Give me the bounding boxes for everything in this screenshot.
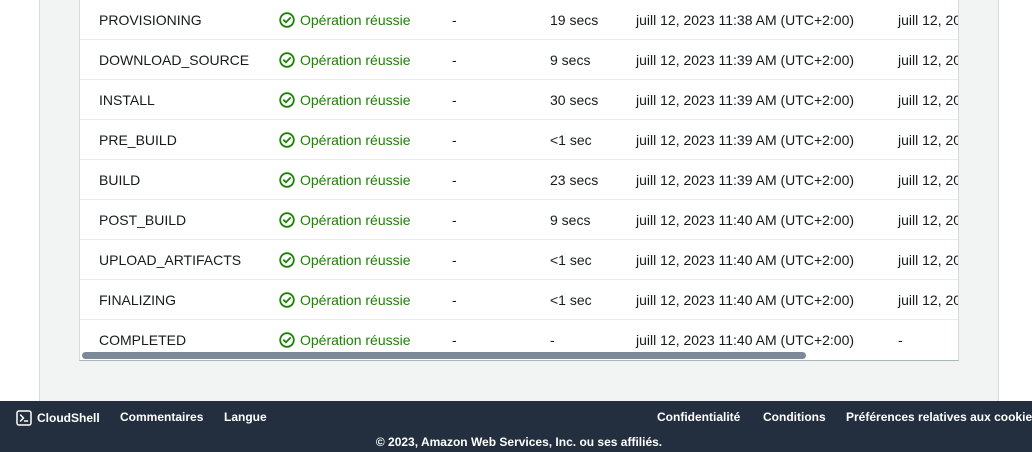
- status-text: Opération réussie: [300, 52, 411, 68]
- cloudshell-button[interactable]: CloudShell: [16, 410, 100, 426]
- language-link[interactable]: Langue: [224, 410, 267, 424]
- status-text: Opération réussie: [300, 292, 411, 308]
- build-phases-table: PROVISIONING Opération réussie - 19 secs…: [79, 0, 959, 361]
- context-cell: -: [452, 52, 457, 68]
- status-cell: Opération réussie: [279, 40, 411, 80]
- start-time-cell: juill 12, 2023 11:39 AM (UTC+2:00): [636, 132, 855, 148]
- phase-name: INSTALL: [99, 92, 155, 108]
- status-cell: Opération réussie: [279, 240, 411, 280]
- end-time-cell: juill 12, 20: [898, 172, 959, 188]
- table-row: PROVISIONING Opération réussie - 19 secs…: [80, 0, 959, 40]
- status-cell: Opération réussie: [279, 200, 411, 240]
- start-time-cell: juill 12, 2023 11:40 AM (UTC+2:00): [636, 292, 855, 308]
- cookie-preferences-link[interactable]: Préférences relatives aux cookies: [846, 410, 1032, 424]
- feedback-link[interactable]: Commentaires: [120, 410, 203, 424]
- end-time-cell: juill 12, 20: [898, 92, 959, 108]
- table-row: BUILD Opération réussie - 23 secs juill …: [80, 160, 959, 200]
- privacy-link[interactable]: Confidentialité: [657, 410, 740, 424]
- duration-cell: 30 secs: [550, 92, 599, 108]
- start-time-cell: juill 12, 2023 11:40 AM (UTC+2:00): [636, 212, 855, 228]
- table-row: INSTALL Opération réussie - 30 secs juil…: [80, 80, 959, 120]
- phase-name: UPLOAD_ARTIFACTS: [99, 252, 242, 268]
- end-time-cell: juill 12, 20: [898, 12, 959, 28]
- start-time-cell: juill 12, 2023 11:39 AM (UTC+2:00): [636, 52, 855, 68]
- success-check-icon: [279, 132, 295, 148]
- context-cell: -: [452, 92, 457, 108]
- horizontal-scrollbar[interactable]: [80, 351, 958, 359]
- table-row: DOWNLOAD_SOURCE Opération réussie - 9 se…: [80, 40, 959, 80]
- cloudshell-icon: [16, 410, 32, 426]
- end-time-cell: juill 12, 20: [898, 212, 959, 228]
- success-check-icon: [279, 252, 295, 268]
- end-time-cell: juill 12, 20: [898, 252, 959, 268]
- phase-name: DOWNLOAD_SOURCE: [99, 52, 250, 68]
- duration-cell: 23 secs: [550, 172, 599, 188]
- status-cell: Opération réussie: [279, 80, 411, 120]
- cloudshell-label: CloudShell: [37, 411, 100, 425]
- end-time-cell: juill 12, 20: [898, 52, 959, 68]
- status-cell: Opération réussie: [279, 280, 411, 320]
- start-time-cell: juill 12, 2023 11:39 AM (UTC+2:00): [636, 172, 855, 188]
- status-text: Opération réussie: [300, 92, 411, 108]
- end-time-cell: juill 12, 20: [898, 132, 959, 148]
- phase-name: FINALIZING: [99, 292, 177, 308]
- duration-cell: 19 secs: [550, 12, 599, 28]
- context-cell: -: [452, 132, 457, 148]
- status-text: Opération réussie: [300, 172, 411, 188]
- context-cell: -: [452, 212, 457, 228]
- status-text: Opération réussie: [300, 132, 411, 148]
- console-footer: CloudShell Commentaires Langue Confident…: [0, 401, 1032, 452]
- start-time-cell: juill 12, 2023 11:40 AM (UTC+2:00): [636, 252, 855, 268]
- table-row: PRE_BUILD Opération réussie - <1 sec jui…: [80, 120, 959, 160]
- status-text: Opération réussie: [300, 252, 411, 268]
- phase-name: PROVISIONING: [99, 12, 202, 28]
- copyright-text: © 2023, Amazon Web Services, Inc. ou ses…: [375, 435, 663, 449]
- phase-name: BUILD: [99, 172, 141, 188]
- status-text: Opération réussie: [300, 212, 411, 228]
- status-text: Opération réussie: [300, 12, 411, 28]
- phase-name: POST_BUILD: [99, 212, 187, 228]
- duration-cell: <1 sec: [550, 292, 592, 308]
- table-row: FINALIZING Opération réussie - <1 sec ju…: [80, 280, 959, 320]
- success-check-icon: [279, 12, 295, 28]
- success-check-icon: [279, 332, 295, 348]
- success-check-icon: [279, 92, 295, 108]
- context-cell: -: [452, 252, 457, 268]
- start-time-cell: juill 12, 2023 11:39 AM (UTC+2:00): [636, 92, 855, 108]
- success-check-icon: [279, 172, 295, 188]
- context-cell: -: [452, 12, 457, 28]
- success-check-icon: [279, 212, 295, 228]
- table-body: PROVISIONING Opération réussie - 19 secs…: [80, 0, 959, 360]
- end-time-cell: juill 12, 20: [898, 292, 959, 308]
- table-row: POST_BUILD Opération réussie - 9 secs ju…: [80, 200, 959, 240]
- duration-cell: 9 secs: [550, 212, 591, 228]
- status-cell: Opération réussie: [279, 120, 411, 160]
- success-check-icon: [279, 292, 295, 308]
- phase-name: PRE_BUILD: [99, 132, 177, 148]
- status-cell: Opération réussie: [279, 160, 411, 200]
- start-time-cell: juill 12, 2023 11:38 AM (UTC+2:00): [636, 12, 855, 28]
- status-cell: Opération réussie: [279, 0, 411, 40]
- context-cell: -: [452, 172, 457, 188]
- duration-cell: <1 sec: [550, 252, 592, 268]
- duration-cell: <1 sec: [550, 132, 592, 148]
- terms-link[interactable]: Conditions: [763, 410, 826, 424]
- scrollbar-thumb[interactable]: [82, 352, 806, 359]
- table-row: UPLOAD_ARTIFACTS Opération réussie - <1 …: [80, 240, 959, 280]
- context-cell: -: [452, 292, 457, 308]
- duration-cell: 9 secs: [550, 52, 591, 68]
- success-check-icon: [279, 52, 295, 68]
